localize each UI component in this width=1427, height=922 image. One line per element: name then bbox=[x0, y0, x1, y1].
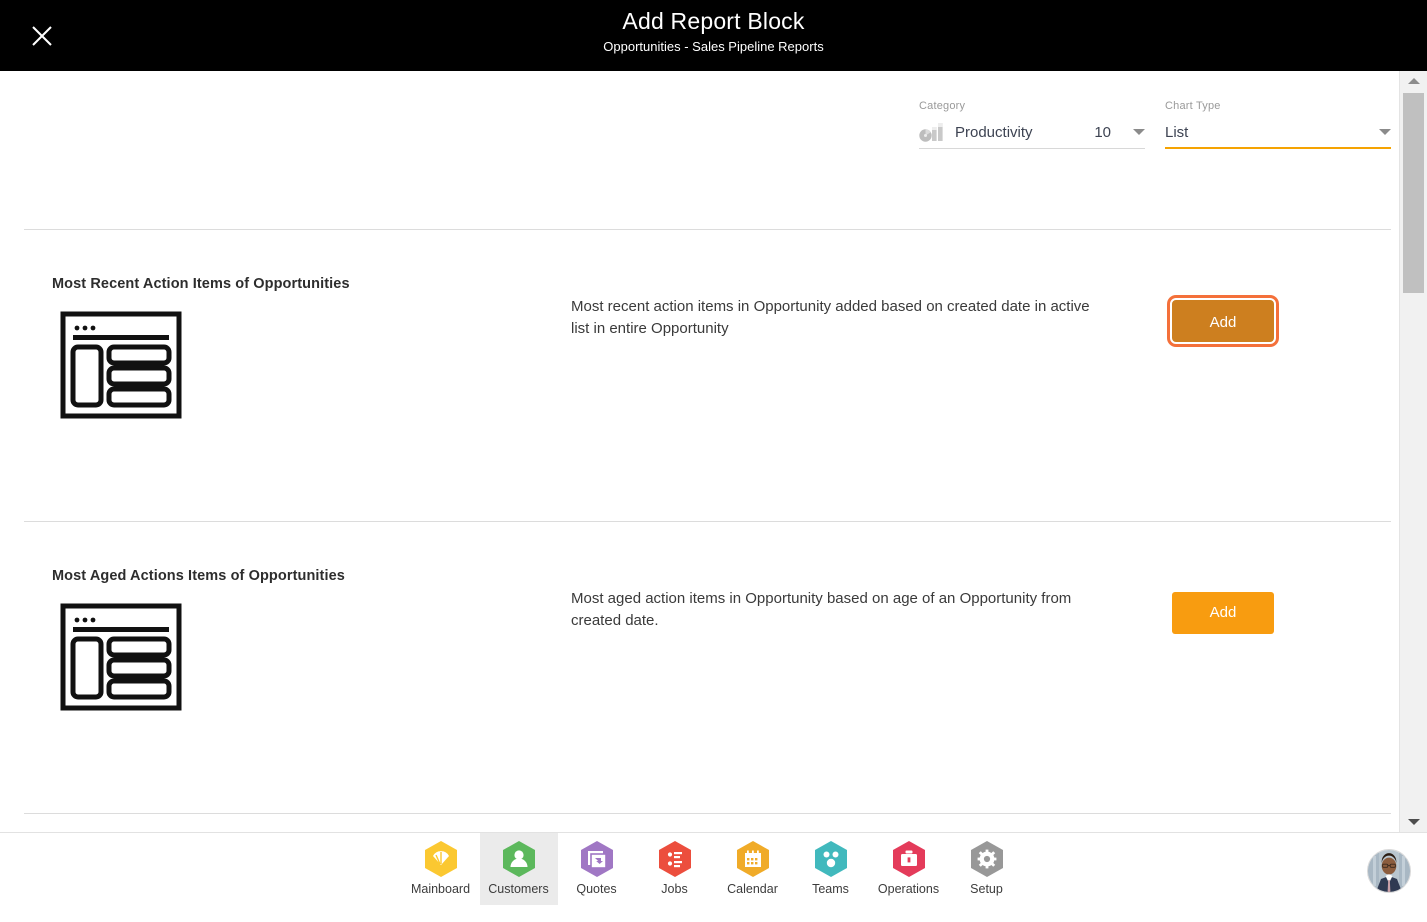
chart-type-label: Chart Type bbox=[1165, 100, 1221, 112]
list-layout-icon bbox=[60, 311, 182, 419]
dialog-body: Category Productivity 10 Chart Type List… bbox=[0, 71, 1399, 832]
nav-item-setup[interactable]: Setup bbox=[948, 833, 1026, 905]
nav-item-label: Mainboard bbox=[410, 882, 471, 896]
nav-item-label: Customers bbox=[488, 882, 549, 896]
customers-icon bbox=[500, 839, 538, 879]
chart-type-filter[interactable]: Chart Type List bbox=[1165, 99, 1391, 149]
chevron-down-icon[interactable] bbox=[1133, 129, 1145, 135]
nav-item-mainboard[interactable]: Mainboard bbox=[402, 833, 480, 905]
add-button[interactable]: Add bbox=[1172, 592, 1274, 634]
scroll-up-arrow-icon[interactable] bbox=[1400, 71, 1427, 91]
filter-controls: Category Productivity 10 Chart Type List bbox=[0, 71, 1399, 229]
report-block-title: Most Recent Action Items of Opportunitie… bbox=[52, 276, 350, 292]
scroll-down-arrow-icon[interactable] bbox=[1400, 812, 1427, 832]
avatar[interactable] bbox=[1367, 849, 1411, 893]
nav-item-quotes[interactable]: Quotes bbox=[558, 833, 636, 905]
nav-item-list: Mainboard Customers Quotes Jobs Calendar… bbox=[0, 833, 1427, 909]
operations-icon bbox=[890, 839, 928, 879]
add-button[interactable]: Add bbox=[1170, 298, 1276, 344]
nav-item-teams[interactable]: Teams bbox=[792, 833, 870, 905]
nav-item-jobs[interactable]: Jobs bbox=[636, 833, 714, 905]
nav-item-label: Setup bbox=[970, 882, 1003, 896]
teams-icon bbox=[812, 839, 850, 879]
page-subtitle: Opportunities - Sales Pipeline Reports bbox=[603, 39, 824, 54]
chart-type-underline bbox=[1165, 147, 1391, 149]
dialog-header: Add Report Block Opportunities - Sales P… bbox=[0, 0, 1427, 71]
quotes-icon bbox=[578, 839, 616, 879]
nav-item-calendar[interactable]: Calendar bbox=[714, 833, 792, 905]
dialog-title-group: Add Report Block Opportunities - Sales P… bbox=[0, 0, 1427, 56]
nav-item-operations[interactable]: Operations bbox=[870, 833, 948, 905]
category-value: Productivity bbox=[955, 123, 1033, 141]
report-block-item: Most Aged Actions Items of Opportunities… bbox=[0, 522, 1399, 814]
vertical-scrollbar[interactable] bbox=[1399, 71, 1427, 832]
jobs-icon bbox=[656, 839, 694, 879]
list-layout-icon bbox=[60, 603, 182, 711]
nav-item-label: Quotes bbox=[576, 882, 617, 896]
mainboard-icon bbox=[422, 839, 460, 879]
report-block-item: Most Recent Action Items of Opportunitie… bbox=[0, 230, 1399, 522]
nav-item-label: Calendar bbox=[727, 882, 778, 896]
report-block-description: Most recent action items in Opportunity … bbox=[571, 298, 1090, 337]
chart-type-select[interactable]: List bbox=[1165, 117, 1391, 147]
report-block-description: Most aged action items in Opportunity ba… bbox=[571, 590, 1072, 629]
scrollbar-thumb[interactable] bbox=[1403, 93, 1424, 293]
category-underline bbox=[919, 148, 1145, 149]
category-select[interactable]: Productivity 10 bbox=[919, 117, 1145, 147]
chart-type-value: List bbox=[1165, 123, 1189, 141]
nav-item-customers[interactable]: Customers bbox=[479, 833, 558, 905]
page-title: Add Report Block bbox=[622, 8, 805, 34]
nav-item-label: Operations bbox=[877, 882, 940, 896]
category-count: 10 bbox=[1094, 123, 1111, 141]
category-filter[interactable]: Category Productivity 10 bbox=[919, 99, 1145, 149]
section-divider bbox=[24, 813, 1391, 814]
productivity-chart-icon bbox=[919, 121, 945, 143]
bottom-navigation-bar: Mainboard Customers Quotes Jobs Calendar… bbox=[0, 832, 1427, 922]
report-block-title: Most Aged Actions Items of Opportunities bbox=[52, 568, 345, 584]
chevron-down-icon[interactable] bbox=[1379, 129, 1391, 135]
add-report-block-dialog: Add Report Block Opportunities - Sales P… bbox=[0, 0, 1427, 922]
setup-icon bbox=[968, 839, 1006, 879]
calendar-icon bbox=[734, 839, 772, 879]
nav-item-label: Jobs bbox=[661, 882, 688, 896]
category-label: Category bbox=[919, 100, 966, 112]
nav-item-label: Teams bbox=[812, 882, 849, 896]
